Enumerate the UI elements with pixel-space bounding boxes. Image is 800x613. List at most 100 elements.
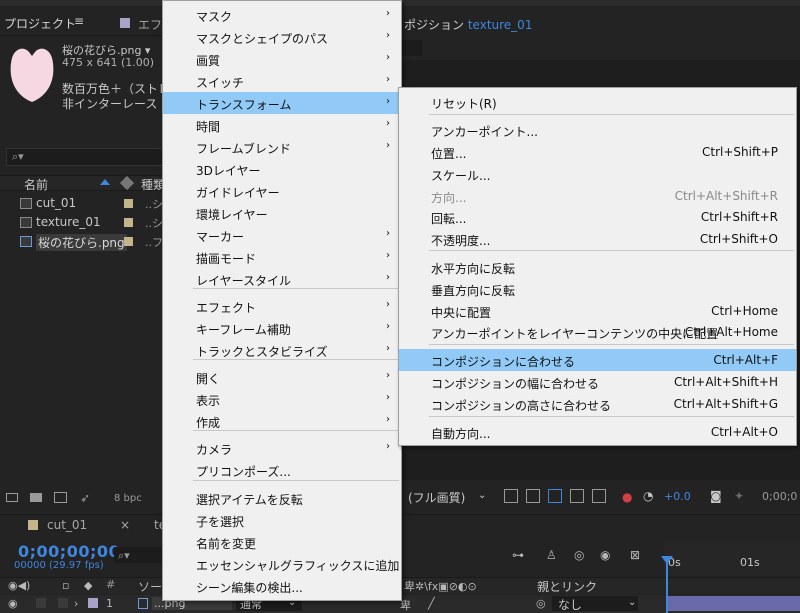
submenu-item[interactable]: スケール... [399, 163, 796, 185]
menu-item[interactable]: 開く › [163, 366, 401, 388]
draft-3d-icon[interactable]: ♙ [546, 548, 557, 562]
menu-item[interactable]: 表示 › [163, 388, 401, 410]
search-icon[interactable]: ⌕▾ [118, 549, 130, 563]
column-layer-number[interactable]: # [106, 578, 115, 591]
label-color-swatch[interactable] [124, 218, 133, 227]
playhead-handle[interactable] [661, 556, 673, 564]
label-color-swatch[interactable] [124, 199, 133, 208]
panel-menu-icon[interactable]: ≡ [74, 14, 84, 28]
menu-item[interactable]: 画質 › [163, 48, 401, 70]
bit-depth-button[interactable]: 8 bpc [114, 493, 142, 504]
submenu-item[interactable]: 自動方向... Ctrl+Alt+O [399, 421, 796, 443]
menu-item[interactable]: シーン編集の検出... [163, 575, 401, 597]
interpret-footage-icon[interactable] [6, 493, 18, 502]
composition-breadcrumb[interactable] [402, 40, 422, 56]
snapshot-icon[interactable] [504, 489, 518, 503]
current-time-indicator[interactable] [666, 556, 668, 613]
show-snapshot-icon[interactable]: ✦ [734, 489, 744, 503]
resolution-select[interactable]: (フル画質) [408, 489, 465, 506]
tab-timeline-cut01[interactable]: cut_01 [47, 518, 87, 532]
search-icon[interactable]: ⌕▾ [12, 150, 24, 164]
av-features-icon[interactable]: ◉◀) [8, 579, 30, 592]
mask-visibility-icon[interactable] [548, 489, 562, 503]
menu-item[interactable]: レイヤースタイル › [163, 268, 401, 290]
submenu-item[interactable]: 水平方向に反転 [399, 256, 796, 278]
viewer-timecode[interactable]: 0;00;0 [762, 490, 797, 503]
transparency-grid-icon[interactable] [526, 489, 540, 503]
menu-item[interactable]: 時間 › [163, 114, 401, 136]
quality-switch-icon[interactable]: ╱ [428, 597, 435, 610]
menu-item[interactable]: カメラ › [163, 437, 401, 459]
menu-item[interactable]: 名前を変更 [163, 531, 401, 553]
menu-item[interactable]: マスクとシェイプのパス › [163, 26, 401, 48]
submenu-item[interactable]: コンポジションの高さに合わせる Ctrl+Alt+Shift+G [399, 393, 796, 415]
lock-toggle[interactable] [58, 598, 68, 608]
tab-project[interactable]: プロジェクト [4, 15, 76, 32]
tab-effects[interactable]: エフ [138, 16, 162, 33]
menu-item[interactable]: ガイドレイヤー [163, 180, 401, 202]
solo-toggle[interactable] [36, 598, 46, 608]
region-of-interest-icon[interactable] [570, 489, 584, 503]
camera-snapshot-icon[interactable]: ◙ [710, 489, 722, 503]
parent-select[interactable]: なし [552, 596, 638, 612]
shy-layers-icon[interactable]: ◎ [574, 548, 584, 562]
menu-item[interactable]: キーフレーム補助 › [163, 317, 401, 339]
column-name[interactable]: 名前 [24, 176, 48, 193]
current-time-display[interactable]: 0;00;00;00 [18, 542, 120, 561]
chevron-down-icon[interactable]: ⌄ [628, 597, 636, 608]
menu-item[interactable]: 環境レイヤー [163, 202, 401, 224]
menu-item[interactable]: マスク › [163, 4, 401, 26]
column-source-name[interactable]: ソー [138, 578, 162, 595]
switches-icons[interactable]: 卑✲\fx▣⊘◐⊙ [404, 578, 477, 594]
render-queue-icon[interactable]: ➶ [80, 491, 90, 505]
layer-duration-bar[interactable] [668, 596, 800, 611]
submenu-item[interactable]: アンカーポイントをレイヤーコンテンツの中央に配置 Ctrl+Alt+Home [399, 321, 796, 343]
column-parent-link[interactable]: 親とリンク [537, 578, 597, 595]
submenu-item[interactable]: 不透明度... Ctrl+Shift+O [399, 228, 796, 250]
menu-item[interactable]: エッセンシャルグラフィックスに追加 [163, 553, 401, 575]
project-search-input[interactable] [6, 148, 165, 166]
menu-item[interactable]: 描画モード › [163, 246, 401, 268]
submenu-item[interactable]: 位置... Ctrl+Shift+P [399, 141, 796, 163]
menu-item[interactable]: スイッチ › [163, 70, 401, 92]
submenu-item[interactable]: リセット(R) [399, 91, 796, 113]
submenu-item[interactable]: アンカーポイント... [399, 119, 796, 141]
new-composition-icon[interactable] [54, 492, 67, 503]
graph-editor-icon[interactable]: ⊠ [630, 548, 640, 562]
submenu-item[interactable]: 垂直方向に反転 [399, 278, 796, 300]
menu-item[interactable]: 選択アイテムを反転 [163, 487, 401, 509]
sort-ascending-icon[interactable] [100, 179, 110, 185]
new-folder-icon[interactable] [30, 493, 42, 502]
close-icon[interactable]: × [120, 518, 130, 532]
menu-item[interactable]: トラックとスタビライズ › [163, 339, 401, 361]
label-tag-icon[interactable]: ◆ [84, 579, 92, 592]
tab-composition[interactable]: ポジション texture_01 [404, 16, 532, 33]
submenu-item[interactable]: 回転... Ctrl+Shift+R [399, 206, 796, 228]
exposure-reset-icon[interactable]: ◔ [643, 489, 653, 503]
project-item[interactable]: 桜の花びら.png ..フ [0, 232, 165, 251]
composition-mini-flowchart-icon[interactable]: ⊶ [512, 548, 524, 562]
menu-item[interactable]: トランスフォーム › [163, 92, 401, 114]
label-color-swatch[interactable] [124, 237, 133, 246]
menu-item[interactable]: マーカー › [163, 224, 401, 246]
grid-guides-icon[interactable] [592, 489, 606, 503]
motion-blur-icon[interactable]: ◉ [600, 548, 610, 562]
time-ruler[interactable] [664, 540, 800, 576]
submenu-item[interactable]: コンポジションに合わせる Ctrl+Alt+F [399, 349, 796, 371]
project-item[interactable]: texture_01 ..シ [0, 213, 165, 232]
menu-item[interactable]: エフェクト › [163, 295, 401, 317]
lock-icon[interactable]: ▫ [62, 579, 69, 592]
menu-item[interactable]: 3Dレイヤー [163, 158, 401, 180]
chevron-right-icon[interactable]: › [74, 597, 78, 610]
submenu-item[interactable]: コンポジションの幅に合わせる Ctrl+Alt+Shift+H [399, 371, 796, 393]
layer-label-swatch[interactable] [88, 598, 98, 608]
pick-whip-icon[interactable]: ◎ [536, 597, 546, 610]
visibility-eye-icon[interactable]: ◉ [8, 597, 18, 610]
color-channels-icon[interactable]: ● [622, 490, 632, 504]
menu-item[interactable]: フレームブレンド › [163, 136, 401, 158]
menu-item[interactable]: プリコンポーズ... [163, 459, 401, 481]
menu-item[interactable]: 子を選択 [163, 509, 401, 531]
exposure-value[interactable]: +0.0 [664, 490, 691, 503]
submenu-item[interactable]: 中央に配置 Ctrl+Home [399, 300, 796, 322]
project-item[interactable]: cut_01 ..シ [0, 194, 165, 213]
